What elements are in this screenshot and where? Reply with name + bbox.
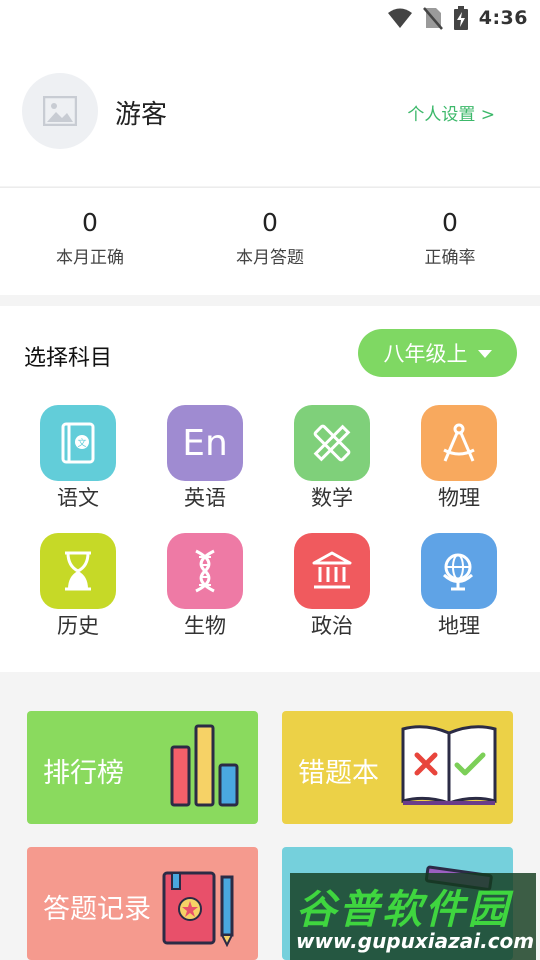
- avatar[interactable]: [22, 73, 98, 149]
- subject-label: 英语: [184, 486, 226, 510]
- bar-chart-icon: [170, 724, 239, 807]
- subject-label: 语文: [57, 486, 99, 510]
- stat-monthly-correct: 0 本月正确: [0, 188, 180, 295]
- stat-value: 0: [82, 208, 98, 237]
- subject-label: 物理: [438, 486, 480, 510]
- stat-label: 本月答题: [236, 248, 304, 268]
- subject-tile: 文: [40, 405, 116, 481]
- stat-label: 本月正确: [56, 248, 124, 268]
- feature-label: 排行榜: [43, 758, 124, 789]
- profile-section: 游客 个人设置 >: [0, 36, 540, 186]
- battery-charging-icon: [453, 6, 468, 30]
- subject-geography[interactable]: 地理: [409, 533, 509, 643]
- subject-tile: En: [167, 405, 243, 481]
- government-building-icon: [312, 551, 352, 589]
- subject-politics[interactable]: 政治: [282, 533, 382, 643]
- settings-link[interactable]: 个人设置 >: [407, 100, 495, 125]
- feature-label: 错题本: [298, 758, 379, 789]
- watermark-url: www.gupuxiazai.com: [296, 929, 535, 953]
- leaderboard-card[interactable]: 排行榜: [27, 711, 258, 824]
- watermark-title: 谷普软件园: [296, 887, 511, 933]
- watermark: 谷普软件园 www.gupuxiazai.com: [290, 873, 536, 960]
- subject-tile: [421, 533, 497, 609]
- section-title: 选择科目: [24, 346, 113, 371]
- wrong-answers-card[interactable]: 错题本: [282, 711, 513, 824]
- stat-monthly-answered: 0 本月答题: [180, 188, 360, 295]
- open-book-check-icon: [401, 725, 497, 805]
- stats-bar: 0 本月正确 0 本月答题 0 正确率: [0, 187, 540, 295]
- status-time: 4:36: [478, 7, 528, 29]
- wifi-icon: [387, 8, 412, 28]
- subject-math[interactable]: 数学: [282, 405, 382, 515]
- no-sim-icon: [422, 7, 443, 30]
- subject-biology[interactable]: 生物: [155, 533, 255, 643]
- en-text-icon: En: [182, 422, 228, 464]
- answer-history-card[interactable]: 答题记录: [27, 847, 258, 960]
- subject-tile: [294, 533, 370, 609]
- compass-icon: [443, 423, 475, 462]
- subject-tile: [40, 533, 116, 609]
- subject-label: 历史: [57, 614, 99, 638]
- caret-down-icon: [477, 350, 492, 358]
- image-placeholder-icon: [43, 96, 77, 126]
- subject-physics[interactable]: 物理: [409, 405, 509, 515]
- ruler-pencil-icon: [313, 424, 351, 462]
- subject-history[interactable]: 历史: [28, 533, 128, 643]
- status-icons: 4:36: [387, 6, 528, 30]
- grade-selector-button[interactable]: 八年级上: [358, 329, 517, 377]
- subjects-section: 选择科目 八年级上 文 语文 En 英语 数学 物理 历史 生物 政治 地理: [0, 306, 540, 672]
- stat-label: 正确率: [424, 248, 476, 268]
- subject-tile: [294, 405, 370, 481]
- status-bar: 4:36: [0, 0, 540, 36]
- dna-icon: [195, 549, 215, 593]
- subject-label: 生物: [184, 614, 226, 638]
- subject-tile: [421, 405, 497, 481]
- subject-chinese[interactable]: 文 语文: [28, 405, 128, 515]
- subject-english[interactable]: En 英语: [155, 405, 255, 515]
- username: 游客: [115, 100, 168, 130]
- grade-selector-label: 八年级上: [383, 342, 468, 366]
- subject-label: 地理: [438, 614, 480, 638]
- stat-value: 0: [442, 208, 458, 237]
- notebook-pencil-icon: [162, 871, 234, 947]
- subject-label: 数学: [311, 486, 353, 510]
- hourglass-icon: [65, 551, 91, 591]
- book-icon: 文: [61, 422, 95, 464]
- stat-accuracy: 0 正确率: [360, 188, 540, 295]
- feature-label: 答题记录: [43, 894, 151, 925]
- subject-tile: [167, 533, 243, 609]
- globe-icon: [442, 553, 474, 591]
- svg-text:文: 文: [77, 437, 86, 449]
- stat-value: 0: [262, 208, 278, 237]
- subject-label: 政治: [311, 614, 353, 638]
